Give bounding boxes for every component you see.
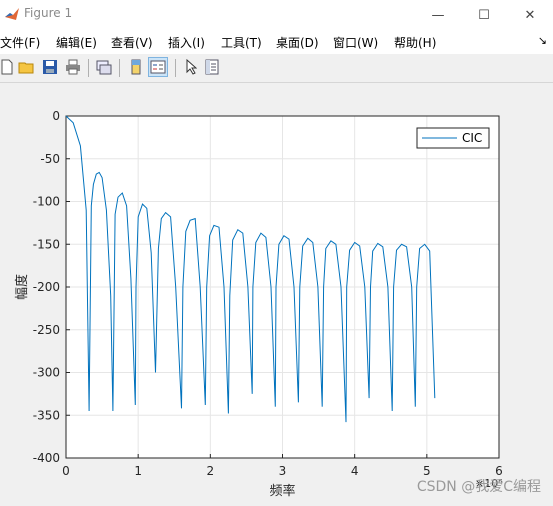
save-icon[interactable] — [40, 57, 60, 77]
property-inspector-icon[interactable] — [202, 57, 222, 77]
y-tick-label: -300 — [33, 366, 60, 380]
menu-bar: 文件(F) 编辑(E) 查看(V) 插入(I) 工具(T) 桌面(D) 窗口(W… — [0, 30, 553, 54]
menu-help[interactable]: 帮助(H) — [394, 34, 436, 51]
maximize-button[interactable]: ☐ — [461, 0, 507, 30]
menu-overflow-icon[interactable]: ↘ — [538, 34, 547, 47]
cic-response-chart: 0 1 2 3 4 5 60-50-100-150-200-250-300-350-400频… — [14, 109, 503, 499]
x-tick-label: 1 — [134, 464, 142, 478]
y-tick-label: -200 — [33, 280, 60, 294]
print-icon[interactable] — [63, 57, 83, 77]
menu-tools[interactable]: 工具(T) — [221, 34, 262, 51]
x-tick-label: 4 — [351, 464, 359, 478]
figure-canvas: 0 1 2 3 4 5 6 0 -50 -100 -150 -200 -250 -300 -350 -400 频… — [0, 83, 553, 502]
link-plot-icon[interactable] — [94, 57, 114, 77]
watermark: CSDN @我爱C编程 — [416, 479, 541, 495]
close-button[interactable]: ✕ — [507, 0, 553, 30]
y-tick-label: -250 — [33, 323, 60, 337]
menu-edit[interactable]: 编辑(E) — [56, 34, 97, 51]
menu-insert[interactable]: 插入(I) — [168, 34, 205, 51]
open-folder-icon[interactable] — [17, 57, 37, 77]
y-tick-label: -350 — [33, 408, 60, 422]
menu-file[interactable]: 文件(F) — [0, 34, 40, 51]
menu-desktop[interactable]: 桌面(D) — [276, 34, 319, 51]
y-tick-label: 0 — [52, 109, 60, 123]
toolbar-separator — [119, 59, 120, 77]
toolbar-separator — [88, 59, 89, 77]
x-tick-label: 2 — [207, 464, 215, 478]
y-tick-label: -50 — [40, 152, 60, 166]
x-axis-label: 频率 — [269, 483, 295, 499]
y-tick-label: -400 — [33, 451, 60, 465]
x-tick-label: 3 — [279, 464, 287, 478]
window-title: Figure 1 — [24, 6, 73, 20]
edit-plot-pointer-icon[interactable] — [181, 57, 201, 77]
toolbar — [0, 54, 553, 83]
y-tick-label: -100 — [33, 195, 60, 209]
new-figure-icon[interactable] — [0, 57, 17, 77]
toolbar-separator — [175, 59, 176, 77]
y-axis-label: 幅度 — [14, 274, 30, 300]
y-tick-label: -150 — [33, 237, 60, 251]
x-tick-label: 0 — [62, 464, 70, 478]
menu-window[interactable]: 窗口(W) — [333, 34, 378, 51]
title-bar: Figure 1 — ☐ ✕ — [0, 0, 553, 30]
legend-entry: CIC — [462, 131, 482, 145]
menu-view[interactable]: 查看(V) — [111, 34, 153, 51]
insert-legend-icon[interactable] — [148, 57, 168, 77]
matlab-logo-icon — [5, 8, 19, 20]
insert-colorbar-icon[interactable] — [126, 57, 146, 77]
minimize-button[interactable]: — — [415, 0, 461, 30]
